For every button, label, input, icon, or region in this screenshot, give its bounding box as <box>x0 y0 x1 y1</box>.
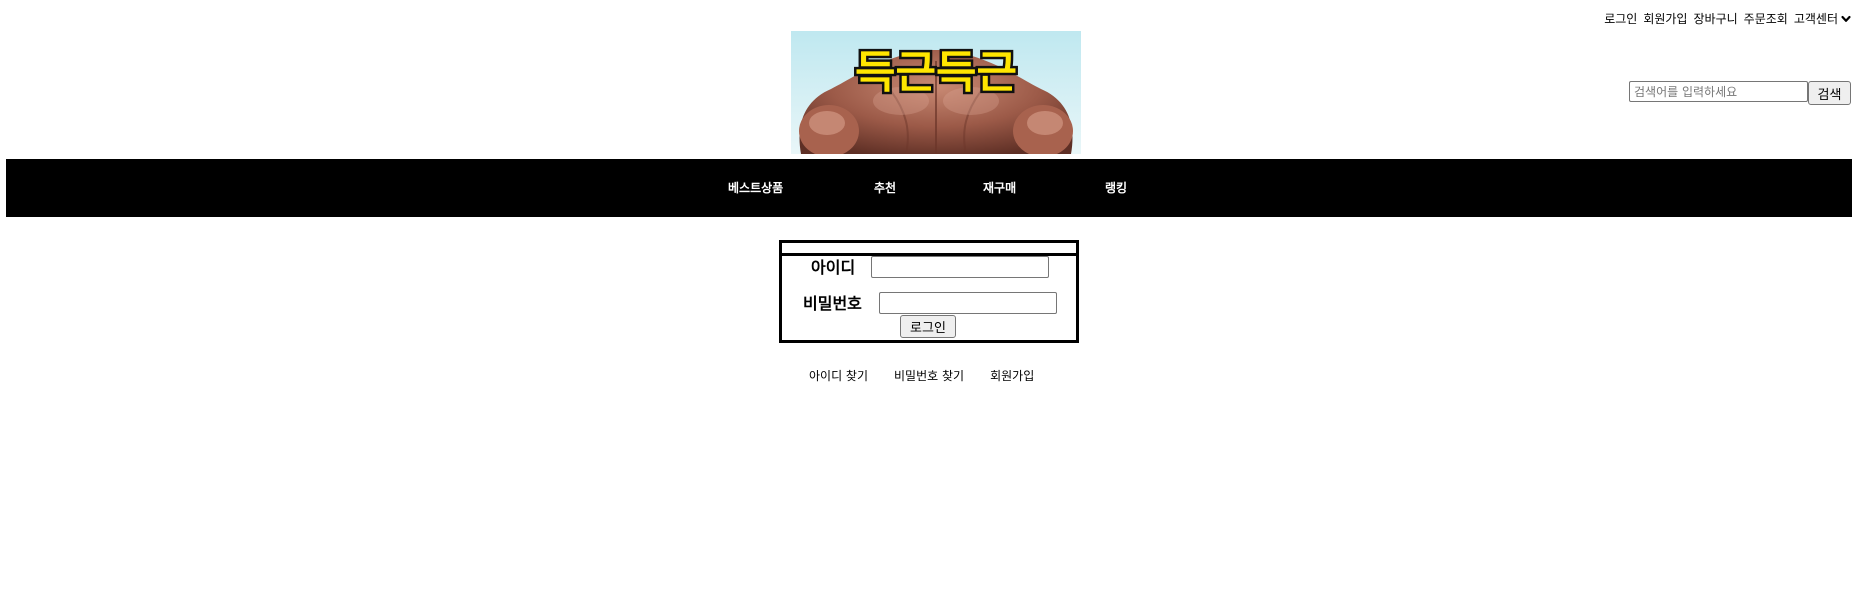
account-help-links: 아이디 찾기 비밀번호 찾기 회원가입 <box>809 367 1034 384</box>
login-form: 아이디 비밀번호 로그인 <box>779 240 1079 343</box>
chevron-down-icon <box>1841 15 1851 22</box>
login-divider <box>782 253 1076 256</box>
order-lookup-link[interactable]: 주문조회 <box>1744 10 1788 27</box>
id-input[interactable] <box>871 256 1049 278</box>
bottom-signup-link[interactable]: 회원가입 <box>990 367 1034 384</box>
password-label: 비밀번호 <box>803 294 862 313</box>
signup-link[interactable]: 회원가입 <box>1643 10 1687 27</box>
customer-center-dropdown[interactable]: 고객센터 <box>1794 10 1852 27</box>
find-password-link[interactable]: 비밀번호 찾기 <box>894 367 964 384</box>
password-input[interactable] <box>879 292 1057 314</box>
logo-image: 득근득근 <box>791 31 1081 154</box>
main-nav: 베스트상품 추천 재구매 랭킹 <box>6 159 1852 217</box>
logo-text: 득근득근 <box>855 47 1017 98</box>
login-submit-button[interactable]: 로그인 <box>900 315 956 338</box>
search-bar: 검색 <box>1629 81 1851 105</box>
nav-item-best[interactable]: 베스트상품 <box>728 159 783 217</box>
search-input[interactable] <box>1629 81 1808 102</box>
site-logo[interactable]: 득근득근 <box>791 31 1081 154</box>
top-utility-links: 로그인 회원가입 장바구니 주문조회 고객센터 <box>1604 10 1852 27</box>
cart-link[interactable]: 장바구니 <box>1693 10 1737 27</box>
login-link[interactable]: 로그인 <box>1604 10 1637 27</box>
id-label: 아이디 <box>811 258 856 277</box>
search-button[interactable]: 검색 <box>1808 81 1851 105</box>
find-id-link[interactable]: 아이디 찾기 <box>809 367 868 384</box>
page: 로그인 회원가입 장바구니 주문조회 고객센터 득근득근 검색어를 입력하세요 … <box>0 0 1857 602</box>
nav-item-recommend[interactable]: 추천 <box>874 159 896 217</box>
nav-item-repurchase[interactable]: 재구매 <box>983 159 1016 217</box>
nav-item-ranking[interactable]: 랭킹 <box>1105 159 1127 217</box>
customer-center-link[interactable]: 고객센터 <box>1794 10 1838 27</box>
